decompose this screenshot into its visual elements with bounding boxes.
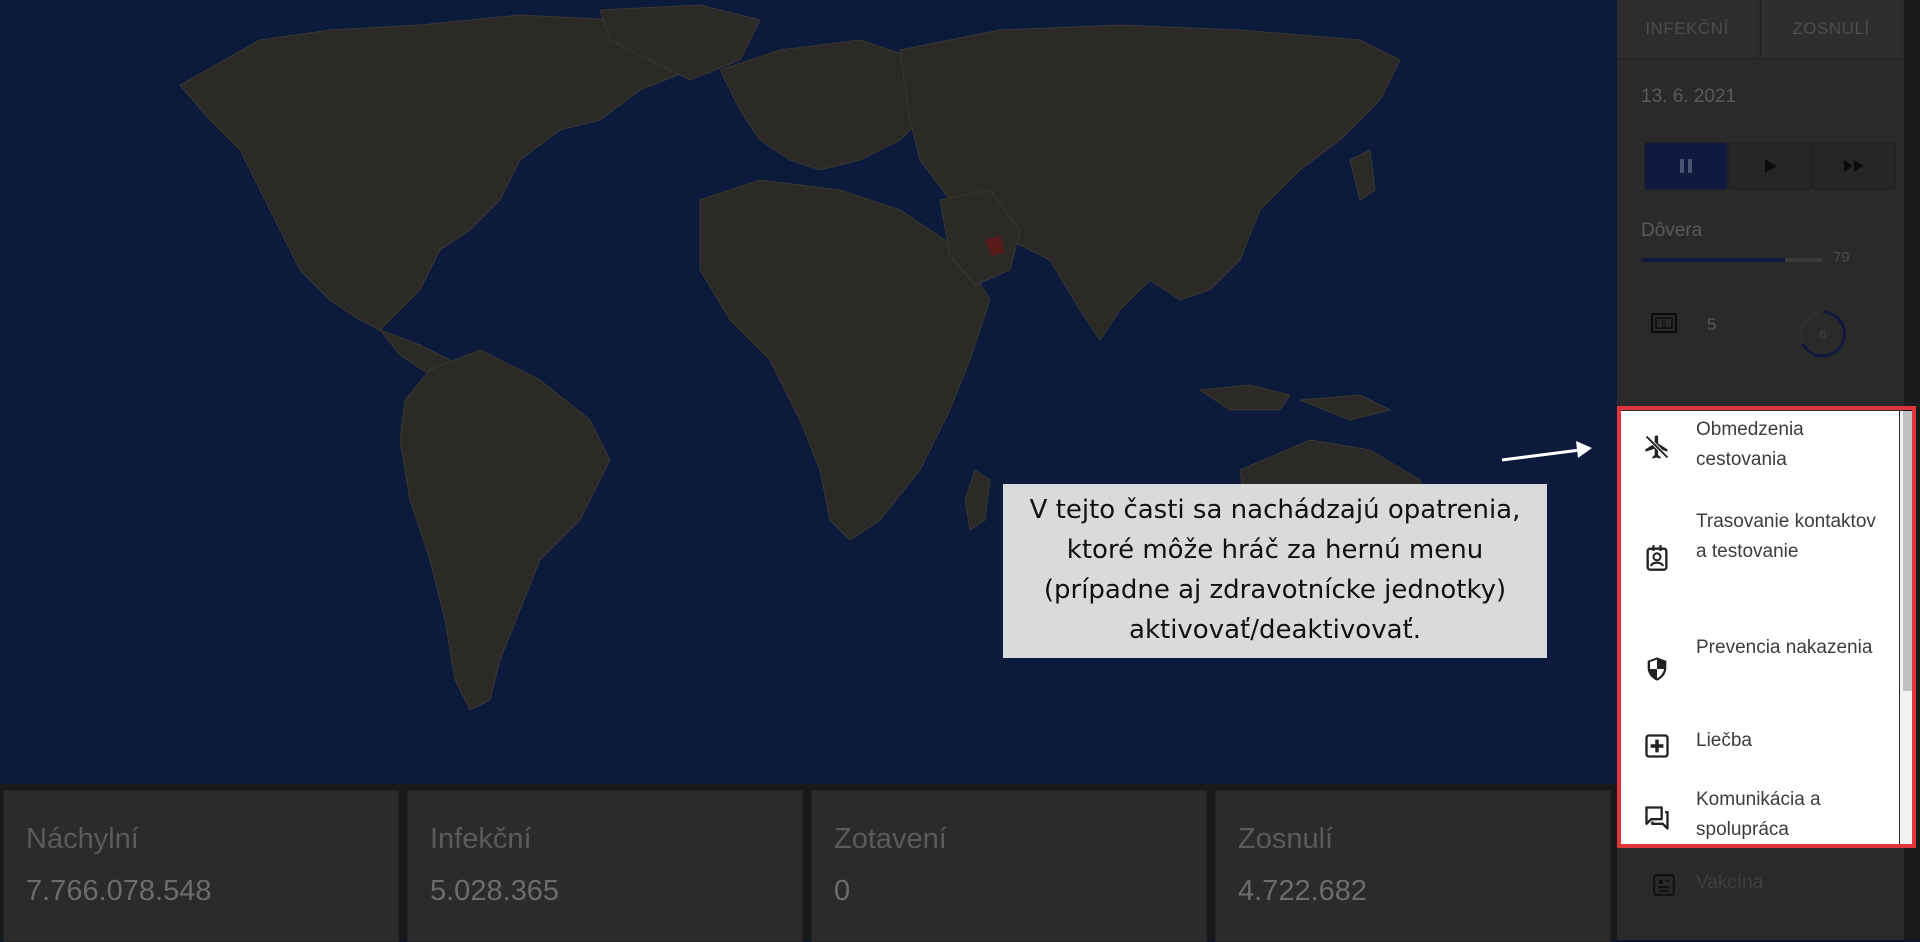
stat-label: Zosnulí: [1238, 823, 1334, 855]
stat-card-recovered: Zotavení 0: [811, 790, 1207, 942]
highlight-frame: [1617, 406, 1916, 848]
svg-text:5: 5: [1661, 319, 1666, 329]
stats-bar: Náchylní 7.766.078.548 Infekční 5.028.36…: [0, 784, 1617, 942]
fast-forward-button[interactable]: [1812, 142, 1896, 190]
fast-forward-icon: [1844, 160, 1863, 172]
world-map[interactable]: [0, 0, 1617, 784]
money-value: 5: [1707, 315, 1717, 334]
stat-label: Zotavení: [834, 823, 947, 855]
tab-infected[interactable]: INFEKČNÍ: [1617, 0, 1757, 58]
tab-deceased[interactable]: ZOSNULÍ: [1760, 0, 1901, 58]
stat-value: 0: [834, 875, 851, 907]
play-button[interactable]: [1728, 142, 1812, 190]
stat-label: Infekční: [430, 823, 532, 855]
stat-value: 4.722.682: [1238, 875, 1368, 907]
stat-card-deceased: Zosnulí 4.722.682: [1215, 790, 1611, 942]
stat-value: 5.028.365: [430, 875, 560, 907]
stat-label: Náchylní: [26, 823, 139, 855]
ring-value: 6: [1820, 327, 1827, 341]
pause-button[interactable]: [1644, 142, 1728, 190]
stat-value: 7.766.078.548: [26, 875, 212, 907]
measure-label: Vakcína: [1696, 872, 1764, 893]
annotation-callout: V tejto časti sa nachádzajú opatrenia, k…: [1003, 484, 1547, 658]
stat-card-infected: Infekční 5.028.365: [407, 790, 803, 942]
arrow-icon: [1501, 441, 1592, 462]
progress-ring: 6: [1799, 310, 1847, 358]
stat-card-susceptible: Náchylní 7.766.078.548: [3, 790, 399, 942]
trust-bar-fill: [1641, 258, 1785, 262]
trust-label: Dôvera: [1641, 220, 1703, 241]
play-icon: [1765, 159, 1777, 173]
vaccine-icon: [1653, 874, 1675, 896]
pause-icon: [1680, 159, 1692, 173]
money-icon: 5: [1651, 313, 1677, 333]
trust-bar: [1641, 258, 1823, 262]
current-date: 13. 6. 2021: [1641, 86, 1737, 107]
measure-vaccine[interactable]: Vakcína: [1617, 860, 1904, 910]
world-map-land: [179, 4, 1496, 711]
chart-tabs: INFEKČNÍ ZOSNULÍ: [1617, 0, 1904, 59]
trust-value: 79: [1833, 249, 1850, 266]
